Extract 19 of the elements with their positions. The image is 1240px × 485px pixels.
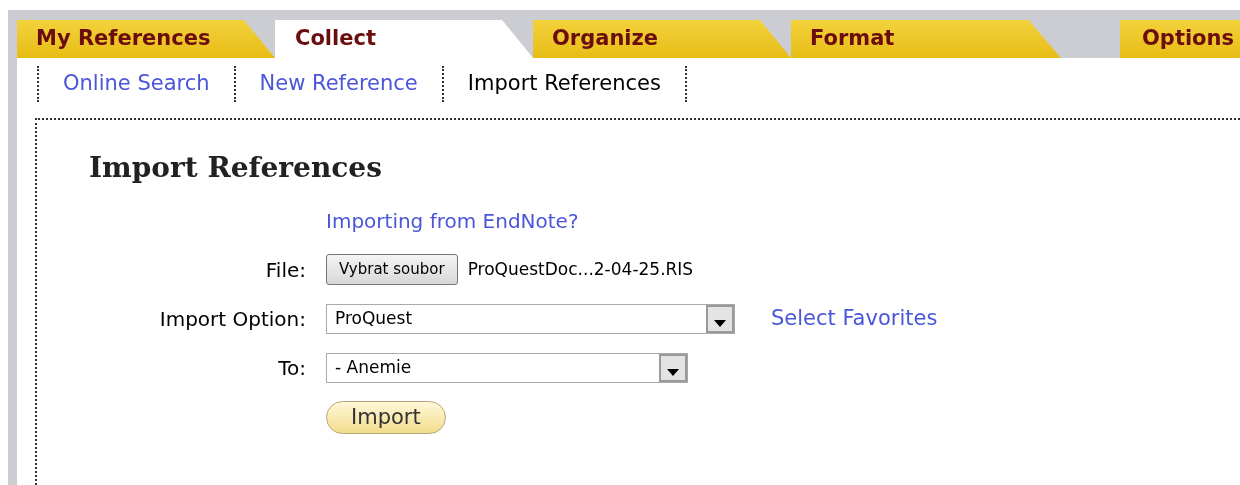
tab[interactable]: My References	[17, 20, 275, 58]
tab[interactable]: Organize	[533, 20, 791, 58]
tab[interactable]: Format	[791, 20, 1061, 58]
select-favorites-link[interactable]: Select Favorites	[771, 303, 938, 335]
endnote-link[interactable]: Importing from EndNote?	[326, 206, 1240, 236]
import-button[interactable]: Import	[326, 400, 446, 434]
dropdown[interactable]: ProQuest	[326, 303, 735, 334]
file-label: File:	[264, 256, 306, 284]
file-name: ProQuestDoc...2-04-25.RIS	[467, 257, 694, 281]
import-option-label: Import Option:	[158, 305, 306, 333]
to-label: To:	[277, 354, 306, 382]
tab[interactable]: Options	[1120, 20, 1240, 58]
subnav-link[interactable]: Import References	[443, 68, 685, 100]
subnav-link[interactable]: Online Search	[39, 68, 234, 100]
page-heading: Import References	[89, 154, 383, 182]
tab[interactable]: Collect	[275, 20, 533, 58]
choose-file-button[interactable]: Vybrat soubor	[326, 254, 458, 285]
subnav-link[interactable]: New Reference	[235, 68, 442, 100]
dropdown[interactable]: - Anemie	[326, 352, 688, 383]
